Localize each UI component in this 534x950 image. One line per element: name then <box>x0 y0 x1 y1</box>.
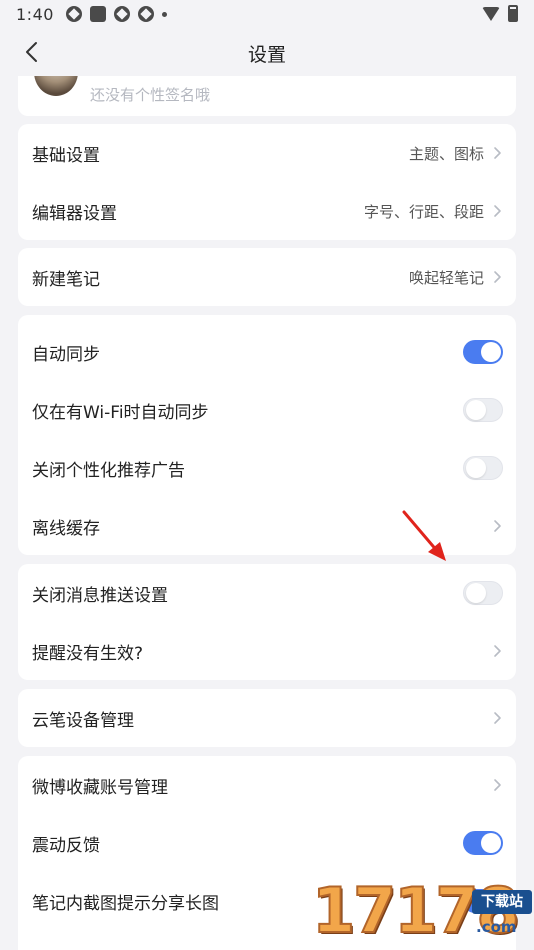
disable-ads-row[interactable]: 关闭个性化推荐广告 <box>18 439 516 497</box>
wifi-icon <box>482 6 500 21</box>
settings-group-basic: 基础设置 主题、图标 编辑器设置 字号、行距、段距 <box>18 124 516 240</box>
wifi-only-sync-row[interactable]: 仅在有Wi-Fi时自动同步 <box>18 381 516 439</box>
row-value: 字号、行距、段距 <box>363 202 484 221</box>
row-label: 笔记内截图提示分享长图 <box>32 893 219 914</box>
settings-group-device: 云笔设备管理 <box>18 689 516 747</box>
more-notifications-icon <box>161 11 167 17</box>
row-label: 基础设置 <box>32 145 100 166</box>
signature-text: 还没有个性签名哦 <box>90 86 211 104</box>
settings-group-new-note: 新建笔记 唤起轻笔记 <box>18 248 516 306</box>
toggle-knob <box>466 458 486 478</box>
app-notification-icon <box>113 6 130 22</box>
chevron-right-icon <box>492 644 502 658</box>
status-bar: 1:40 <box>0 0 534 28</box>
status-time: 1:40 <box>16 4 54 24</box>
chevron-right-icon <box>492 270 502 284</box>
row-label: 新建笔记 <box>32 269 100 290</box>
row-label: 关闭消息推送设置 <box>32 585 168 606</box>
row-label: 关闭个性化推荐广告 <box>32 460 185 481</box>
app-notification-icon <box>89 6 106 22</box>
editor-settings-row[interactable]: 编辑器设置 字号、行距、段距 <box>18 182 516 240</box>
watermark-domain: .com <box>476 918 517 936</box>
row-value: 主题、图标 <box>408 144 484 163</box>
app-notification-icon <box>65 6 82 22</box>
row-label: 编辑器设置 <box>32 203 117 224</box>
battery-icon <box>508 5 518 22</box>
auto-sync-toggle[interactable] <box>463 340 503 364</box>
toggle-knob <box>481 342 501 362</box>
new-note-row[interactable]: 新建笔记 唤起轻笔记 <box>18 248 516 306</box>
vibration-feedback-row[interactable]: 震动反馈 <box>18 814 516 872</box>
toggle-knob <box>481 833 501 853</box>
status-system-icons <box>482 5 518 22</box>
row-label: 仅在有Wi-Fi时自动同步 <box>32 402 209 423</box>
reminder-help-row[interactable]: 提醒没有生效? <box>18 622 516 680</box>
disable-push-toggle[interactable] <box>463 581 503 605</box>
watermark-logo: 17178 下载站 .com <box>306 870 534 950</box>
auto-sync-row[interactable]: 自动同步 <box>18 323 516 381</box>
row-label: 离线缓存 <box>32 518 100 539</box>
row-label: 提醒没有生效? <box>32 643 144 664</box>
page-title: 设置 <box>247 44 286 66</box>
watermark-badge: 下载站 <box>472 890 532 914</box>
basic-settings-row[interactable]: 基础设置 主题、图标 <box>18 124 516 182</box>
avatar[interactable] <box>34 76 78 96</box>
chevron-right-icon <box>492 519 502 533</box>
chevron-right-icon <box>492 778 502 792</box>
app-notification-icon <box>137 6 154 22</box>
toggle-knob <box>466 583 486 603</box>
row-label: 震动反馈 <box>32 835 100 856</box>
disable-push-row[interactable]: 关闭消息推送设置 <box>18 564 516 622</box>
chevron-right-icon <box>492 204 502 218</box>
chevron-right-icon <box>492 711 502 725</box>
settings-group-notify: 关闭消息推送设置 提醒没有生效? <box>18 564 516 680</box>
wifi-only-sync-toggle[interactable] <box>463 398 503 422</box>
header: 设置 <box>0 28 534 76</box>
status-notification-icons <box>65 6 167 22</box>
row-label: 云笔设备管理 <box>32 710 134 731</box>
toggle-knob <box>466 400 486 420</box>
disable-ads-toggle[interactable] <box>463 456 503 480</box>
row-label: 微博收藏账号管理 <box>32 777 168 798</box>
row-label: 自动同步 <box>32 344 100 365</box>
annotation-arrow-icon <box>402 510 446 561</box>
vibration-feedback-toggle[interactable] <box>463 831 503 855</box>
row-value: 唤起轻笔记 <box>408 268 484 287</box>
weibo-account-row[interactable]: 微博收藏账号管理 <box>18 756 516 814</box>
profile-card[interactable]: 还没有个性签名哦 <box>18 76 516 116</box>
cloud-pen-device-row[interactable]: 云笔设备管理 <box>18 689 516 747</box>
chevron-right-icon <box>492 146 502 160</box>
